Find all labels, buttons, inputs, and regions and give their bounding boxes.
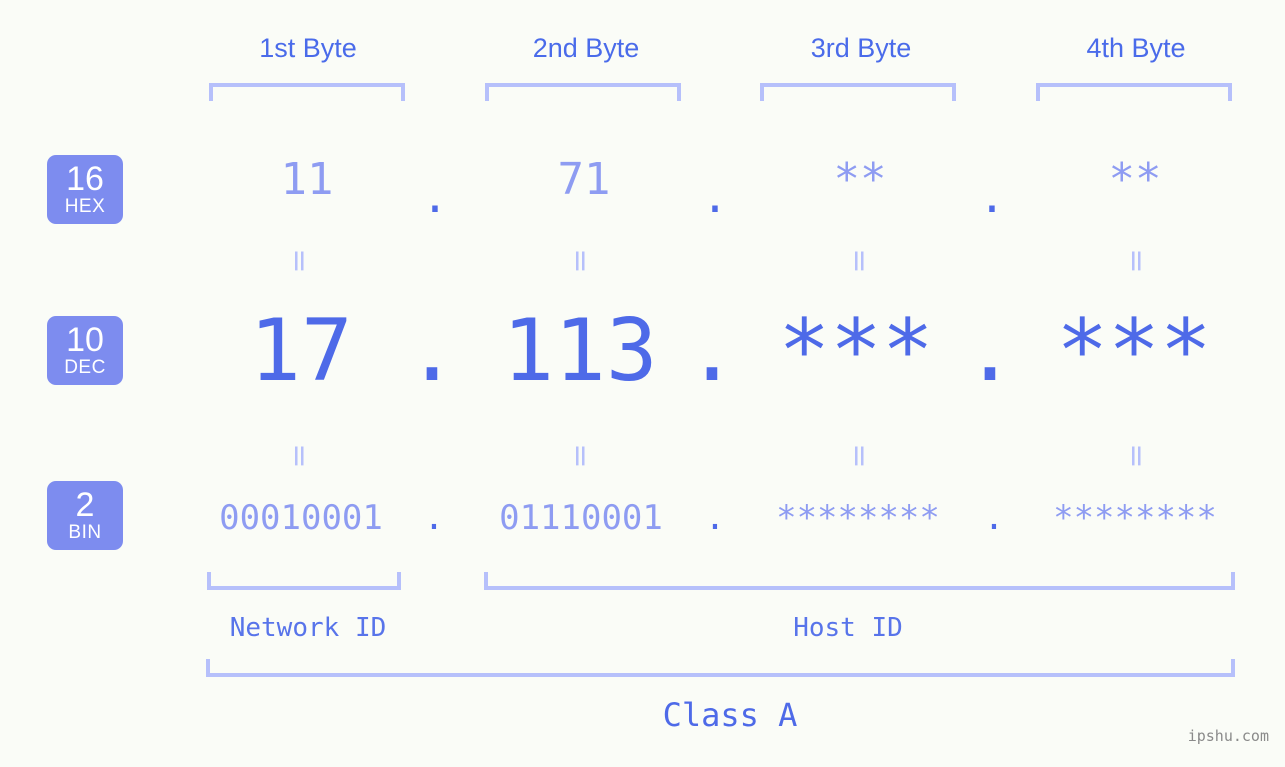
bin-byte-4-value: ******** [1053,498,1217,538]
class-label: Class A [662,696,798,734]
hex-byte-3-value: ** [833,154,887,205]
network-id-label: Network ID [229,613,387,643]
base-badge-dec-abbr: DEC [64,357,106,378]
byte-header-3: 3rd Byte [810,33,912,63]
base-badge-bin: 2 BIN [47,481,123,550]
base-badge-dec: 10 DEC [47,316,123,385]
dec-byte-1-value: 17 [249,301,353,401]
bin-byte-1-value: 00010001 [219,498,383,538]
network-id-bracket [207,572,401,590]
base-badge-hex-number: 16 [66,160,104,198]
byte-bracket-2 [485,83,681,101]
bin-separator-1: . [423,498,445,538]
byte-bracket-4 [1036,83,1232,101]
base-badge-hex-abbr: HEX [64,196,106,217]
bin-byte-2-value: 01110001 [499,498,663,538]
dec-separator-3: . [964,301,1016,401]
base-badge-bin-number: 2 [75,486,95,524]
ip-address-breakdown-diagram: 1st Byte 2nd Byte 3rd Byte 4th Byte 16 H… [0,0,1285,767]
byte-header-2: 2nd Byte [532,33,640,63]
hex-byte-2-value: 71 [557,154,611,205]
equals-icon-hex-dec-1: = [282,248,317,274]
equals-icon-hex-dec-2: = [563,248,598,274]
base-badge-hex: 16 HEX [47,155,123,224]
bin-byte-3-value: ******** [776,498,940,538]
bin-separator-2: . [704,498,726,538]
byte-header-1: 1st Byte [259,33,357,63]
equals-icon-dec-bin-2: = [563,443,598,469]
equals-icon-dec-bin-1: = [282,443,317,469]
base-badge-dec-number: 10 [66,321,104,359]
hex-separator-1: . [421,172,449,223]
equals-icon-hex-dec-3: = [842,248,877,274]
watermark: ipshu.com [1187,727,1269,745]
byte-header-4: 4th Byte [1086,33,1186,63]
hex-separator-2: . [701,172,729,223]
host-id-label: Host ID [793,613,903,643]
hex-byte-4-value: ** [1108,154,1162,205]
dec-byte-2-value: 113 [502,301,658,401]
class-bracket [206,659,1235,677]
hex-byte-1-value: 11 [280,154,334,205]
byte-bracket-1 [209,83,405,101]
dec-separator-2: . [686,301,738,401]
dec-separator-1: . [406,301,458,401]
equals-icon-dec-bin-3: = [842,443,877,469]
host-id-bracket [484,572,1235,590]
hex-separator-3: . [978,172,1006,223]
byte-bracket-3 [760,83,956,101]
equals-icon-dec-bin-4: = [1119,443,1154,469]
base-badge-bin-abbr: BIN [68,522,102,543]
equals-icon-hex-dec-4: = [1119,248,1154,274]
bin-separator-3: . [983,498,1005,538]
dec-byte-3-value: *** [778,301,934,401]
dec-byte-4-value: *** [1056,301,1212,401]
